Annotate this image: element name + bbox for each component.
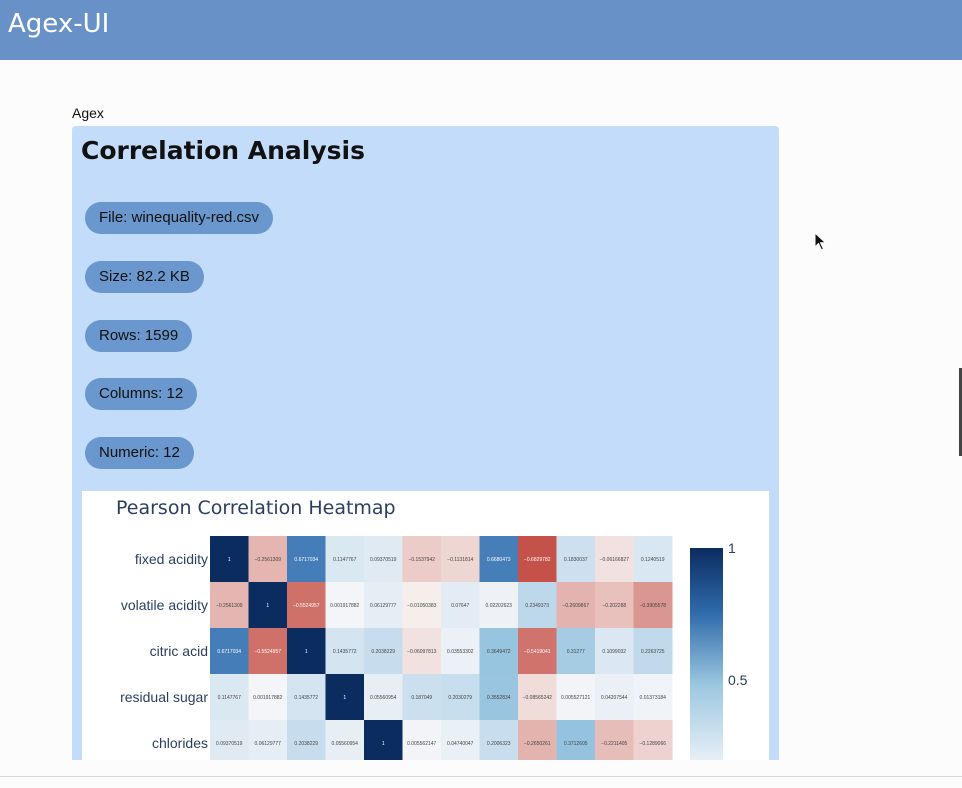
heatmap-cell[interactable] xyxy=(325,720,365,760)
size-pill: Size: 82.2 KB xyxy=(85,261,204,293)
heatmap-cell-label: 1 xyxy=(382,741,385,747)
heatmap-cell-label: −0.1131814 xyxy=(447,557,473,563)
heatmap-cell-label: −0.1289066 xyxy=(639,741,666,747)
heatmap-cell-label: 0.09370519 xyxy=(216,741,243,747)
heatmap-row-label: residual sugar xyxy=(120,689,208,705)
heatmap-cell-label: 1 xyxy=(228,557,231,563)
heatmap-cell-label: −0.06166827 xyxy=(600,557,630,563)
heatmap-cell-label: 1 xyxy=(343,695,346,701)
heatmap-cell-label: 0.2263725 xyxy=(641,649,665,655)
app-header: Agex-UI xyxy=(0,0,962,60)
heatmap-cell[interactable] xyxy=(518,720,557,760)
heatmap-row-label: citric acid xyxy=(150,643,208,659)
file-pill: File: winequality-red.csv xyxy=(85,202,274,234)
heatmap-cell-label: −0.2561309 xyxy=(216,603,243,609)
heatmap-cell-label: 0.04207544 xyxy=(601,695,628,701)
mouse-cursor-icon xyxy=(814,232,827,251)
heatmap-cell-label: 0.6717034 xyxy=(217,649,241,655)
heatmap-cell-label: −0.6829782 xyxy=(524,557,551,563)
heatmap-cell-label: 0.001917882 xyxy=(330,603,359,609)
heatmap-cell[interactable] xyxy=(633,720,673,760)
heatmap-cell-label: −0.202288 xyxy=(602,603,626,609)
heatmap-cell-label: 0.1435772 xyxy=(294,695,318,701)
heatmap-cell-label: 0.07647 xyxy=(451,603,469,609)
heatmap-cell-label: 0.1099032 xyxy=(602,649,626,655)
heatmap-cell[interactable] xyxy=(556,720,596,760)
card-title: Correlation Analysis xyxy=(81,136,365,165)
heatmap-cell-label: −0.06097813 xyxy=(407,649,437,655)
heatmap-cell-label: 0.1147767 xyxy=(218,695,241,701)
heatmap-cell-label: 0.06129777 xyxy=(255,741,282,747)
heatmap-cell-label: 0.187049 xyxy=(411,695,432,701)
columns-pill: Columns: 12 xyxy=(85,378,198,410)
heatmap-cell[interactable] xyxy=(441,720,480,760)
heatmap-cell-label: −0.2561309 xyxy=(254,557,281,563)
heatmap-cell[interactable] xyxy=(287,720,326,760)
bottom-divider xyxy=(0,776,962,777)
heatmap-cell-label: 0.001917882 xyxy=(253,695,282,701)
heatmap-cell-label: −0.08565242 xyxy=(523,695,553,701)
heatmap-cell-label: −0.3905578 xyxy=(639,603,666,609)
colorbar-tick-1: 1 xyxy=(728,540,736,556)
heatmap-cell-label: 0.05560954 xyxy=(332,741,359,747)
heatmap-cell[interactable] xyxy=(595,720,634,760)
heatmap-cell-label: −0.2609867 xyxy=(562,603,589,609)
heatmap-cell-label: 0.03553302 xyxy=(447,649,474,655)
heatmap-cell-label: 0.3552834 xyxy=(487,695,511,701)
heatmap-cell-label: 0.2006323 xyxy=(487,741,511,747)
heatmap-cell-label: 0.005527121 xyxy=(561,695,590,701)
heatmap-cell-label: 0.1435772 xyxy=(333,649,357,655)
colorbar-tick-05: 0.5 xyxy=(728,672,748,688)
heatmap-row-label: fixed acidity xyxy=(135,551,208,567)
heatmap-cell-label: 1 xyxy=(266,603,269,609)
heatmap-cell[interactable] xyxy=(402,720,442,760)
heatmap-row-label: volatile acidity xyxy=(121,597,208,613)
heatmap-cell-label: 0.2349373 xyxy=(525,603,549,609)
heatmap-row-label: chlorides xyxy=(152,735,208,751)
heatmap-cell[interactable] xyxy=(364,720,403,760)
heatmap-cell[interactable] xyxy=(210,720,249,760)
heatmap-cell-label: 0.3712605 xyxy=(564,741,588,747)
heatmap-cell-label: 0.005562147 xyxy=(407,741,436,747)
heatmap-row-labels: fixed acidity volatile acidity citric acid… xyxy=(120,551,208,751)
heatmap-cell-label: 0.09370519 xyxy=(370,557,397,563)
analysis-card: Correlation Analysis File: winequality-r… xyxy=(72,126,779,760)
heatmap-cell-label: 0.6717034 xyxy=(294,557,318,563)
heatmap-cell-label: 0.2030279 xyxy=(448,695,472,701)
heatmap-cells: 1 −0.2561309 0.6717034 0.1147767 0.09370519 −… xyxy=(210,536,673,760)
heatmap-cell-label: −0.2211405 xyxy=(601,741,627,747)
heatmap-cell-label: −0.5524957 xyxy=(254,649,281,655)
heatmap-cell-label: 0.1830037 xyxy=(564,557,588,563)
heatmap-cell-label: 0.01373184 xyxy=(640,695,667,701)
heatmap-cell-label: 0.04740047 xyxy=(447,741,474,747)
card-label: Agex xyxy=(72,105,104,121)
heatmap-cell-label: −0.5524957 xyxy=(293,603,320,609)
heatmap-cell-label: 0.2038229 xyxy=(371,649,395,655)
heatmap-cell-label: 0.1147767 xyxy=(333,557,356,563)
heatmap-title: Pearson Correlation Heatmap xyxy=(116,497,396,519)
heatmap-cell-label: −0.01050383 xyxy=(407,603,437,609)
heatmap-cell[interactable] xyxy=(248,720,288,760)
heatmap-cell-label: 1 xyxy=(305,649,308,655)
heatmap-cell-label: −0.5419041 xyxy=(524,649,551,655)
heatmap-cell-label: 0.6680473 xyxy=(487,557,511,563)
heatmap-cell-label: 0.31277 xyxy=(567,649,585,655)
heatmap-cell-label: 0.02202623 xyxy=(486,603,513,609)
heatmap-cell-label: 0.2038229 xyxy=(294,741,318,747)
heatmap-plot[interactable]: Pearson Correlation Heatmap fixed acidit… xyxy=(82,491,769,760)
numeric-pill: Numeric: 12 xyxy=(85,437,194,469)
heatmap-cell-label: 0.06129777 xyxy=(370,603,397,609)
heatmap-cell[interactable] xyxy=(479,720,519,760)
colorbar xyxy=(690,548,723,760)
heatmap-cell-label: 0.1240519 xyxy=(641,557,665,563)
rows-pill: Rows: 1599 xyxy=(85,320,193,352)
app-title: Agex-UI xyxy=(8,9,110,39)
heatmap-cell-label: 0.3649472 xyxy=(487,649,511,655)
heatmap-cell-label: −0.1537942 xyxy=(408,557,435,563)
heatmap-svg: Pearson Correlation Heatmap fixed acidit… xyxy=(116,497,748,760)
heatmap-cell-label: 0.05560954 xyxy=(370,695,397,701)
heatmap-cell-label: −0.2650261 xyxy=(524,741,551,747)
